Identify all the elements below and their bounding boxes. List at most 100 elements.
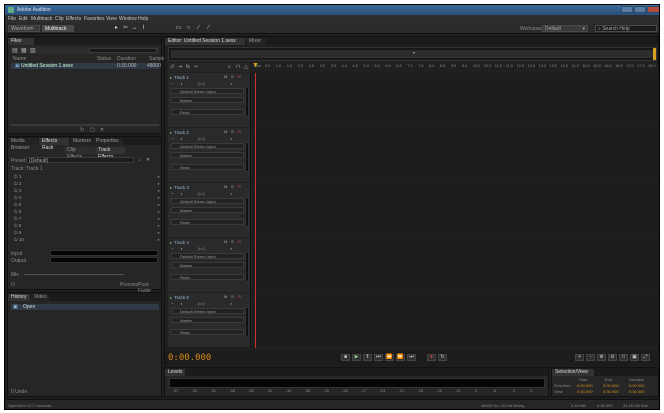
track-lane[interactable]: [252, 73, 659, 127]
track-collapse-icon[interactable]: ▸: [170, 185, 172, 190]
track-lane[interactable]: [252, 183, 659, 237]
slip-tool-icon[interactable]: ↔: [131, 25, 138, 32]
import-icon[interactable]: ▤: [12, 47, 18, 54]
zoom-in-time-button[interactable]: ⊕: [597, 354, 606, 361]
effect-slot[interactable]: ⏻ 6 ▸: [14, 208, 164, 215]
view-start[interactable]: 0:00.000: [577, 389, 593, 394]
tab-video[interactable]: Video: [31, 294, 49, 301]
workspace-select[interactable]: Default ▾: [542, 25, 588, 32]
minimize-button[interactable]: [621, 6, 633, 13]
menu-favorites[interactable]: Favorites: [84, 16, 105, 22]
tab-effects-rack[interactable]: Effects Rack: [39, 138, 69, 151]
list-item[interactable]: ▣ Untitled Session 1.sesx 0:30.000 48000: [11, 63, 161, 69]
arm-record-button[interactable]: R: [238, 294, 241, 299]
effect-slot[interactable]: ⏻ 5 ▸: [14, 201, 164, 208]
arm-record-button[interactable]: R: [238, 129, 241, 134]
pan-knob-icon[interactable]: ◑: [180, 301, 182, 306]
track-output-select[interactable]: Master: [171, 207, 244, 213]
play-button[interactable]: ▶: [352, 354, 361, 361]
pan-knob-icon[interactable]: ◑: [180, 246, 182, 251]
power-all-icon[interactable]: ⏻: [11, 282, 15, 288]
automation-mode-select[interactable]: Read: [171, 219, 244, 225]
pause-button[interactable]: ‖: [363, 354, 372, 361]
pan-knob-icon[interactable]: ◑: [180, 191, 182, 196]
tab-selection-view[interactable]: Selection/View: [552, 369, 594, 376]
track-output-select[interactable]: Master: [171, 152, 244, 158]
refresh-icon[interactable]: ↻: [80, 127, 84, 133]
tab-history[interactable]: History: [8, 294, 30, 301]
snap-icon[interactable]: ⊓: [236, 64, 240, 70]
effect-slot[interactable]: ⏻ 3 ▸: [14, 187, 164, 194]
loop-playback-button[interactable]: ↻: [438, 354, 447, 361]
track-collapse-icon[interactable]: ▸: [170, 75, 172, 80]
zoom-in-amplitude-button[interactable]: +: [575, 354, 584, 361]
input-monitor-icon[interactable]: ◖: [230, 191, 232, 196]
tab-properties[interactable]: Properties: [93, 138, 123, 145]
automation-mode-select[interactable]: Read: [171, 164, 244, 170]
mute-button[interactable]: M: [224, 74, 227, 79]
solo-button[interactable]: S: [231, 184, 234, 189]
volume-knob-icon[interactable]: ◔: [171, 246, 173, 251]
input-icon[interactable]: ⇥: [178, 64, 182, 70]
mute-button[interactable]: M: [224, 239, 227, 244]
marquee-tool-icon[interactable]: ▭: [175, 25, 182, 32]
input-monitor-icon[interactable]: ◖: [230, 246, 232, 251]
track-input-select[interactable]: Default Stereo Input: [171, 143, 244, 149]
arm-record-button[interactable]: R: [238, 239, 241, 244]
mix-slider[interactable]: [24, 274, 124, 275]
mute-button[interactable]: M: [224, 129, 227, 134]
mute-button[interactable]: M: [224, 294, 227, 299]
razor-tool-icon[interactable]: ✂: [122, 25, 129, 32]
track-lane[interactable]: [252, 238, 659, 292]
track-input-select[interactable]: Default Stereo Input: [171, 253, 244, 259]
tab-levels[interactable]: Levels: [165, 369, 185, 376]
track-output-select[interactable]: Master: [171, 317, 244, 323]
fast-forward-button[interactable]: ⏩: [396, 354, 405, 361]
time-selection-tool-icon[interactable]: I: [140, 25, 147, 32]
track-name[interactable]: Track 3: [174, 185, 189, 190]
selection-end[interactable]: 0:00.000: [603, 383, 619, 388]
track-3[interactable]: ▸ Track 3 M S R ◔ ◑ ▷◁ ◖ Default Stereo Input Mast…: [168, 183, 659, 237]
playhead-line[interactable]: [255, 73, 256, 348]
lasso-tool-icon[interactable]: ○: [185, 25, 192, 32]
stereo-icon[interactable]: ▷◁: [198, 191, 204, 196]
volume-knob-icon[interactable]: ◔: [171, 301, 173, 306]
tab-mixer[interactable]: Mixer: [246, 38, 266, 45]
track-output-select[interactable]: Master: [171, 97, 244, 103]
stereo-icon[interactable]: ▷◁: [198, 81, 204, 86]
metronome-icon[interactable]: △: [244, 64, 248, 70]
volume-knob-icon[interactable]: ◔: [171, 81, 173, 86]
search-help-input[interactable]: ⌕ Search Help: [595, 25, 657, 32]
menu-view[interactable]: View: [106, 16, 117, 22]
effect-slot[interactable]: ⏻ 8 ▸: [14, 222, 164, 229]
menu-help[interactable]: Help: [138, 16, 148, 22]
move-tool-icon[interactable]: ▸: [113, 25, 120, 32]
menu-multitrack[interactable]: Multitrack: [31, 16, 52, 22]
effect-slot[interactable]: ⏻ 1 ▸: [14, 173, 164, 180]
maximize-button[interactable]: [634, 6, 646, 13]
automation-mode-select[interactable]: Read: [171, 274, 244, 280]
overview-end-handle[interactable]: [653, 48, 656, 60]
track-input-select[interactable]: Default Stereo Input: [171, 198, 244, 204]
zoom-fit-button[interactable]: ⤢: [641, 354, 650, 361]
mute-button[interactable]: M: [224, 184, 227, 189]
multitrack-view-button[interactable]: Multitrack: [42, 25, 74, 32]
column-duration[interactable]: Duration: [117, 56, 136, 62]
tab-files[interactable]: Files: [8, 38, 34, 45]
history-item[interactable]: ▣ Open: [11, 304, 159, 310]
go-to-start-button[interactable]: ⏮: [374, 354, 383, 361]
folder-icon[interactable]: ▢: [90, 127, 95, 133]
stereo-icon[interactable]: ▷◁: [198, 301, 204, 306]
files-scrollbar[interactable]: [11, 124, 159, 126]
track-lane[interactable]: [252, 293, 659, 347]
zoom-out-full-button[interactable]: □: [619, 354, 628, 361]
close-button[interactable]: [647, 6, 659, 13]
zoom-out-amplitude-button[interactable]: -: [586, 354, 595, 361]
zoom-icon[interactable]: ⌕: [228, 64, 231, 70]
zoom-out-time-button[interactable]: ⊖: [608, 354, 617, 361]
timecode-display[interactable]: 0:00.000: [168, 353, 211, 363]
brush-tool-icon[interactable]: ∕: [195, 25, 202, 32]
tab-markers[interactable]: Markers: [70, 138, 92, 145]
arm-record-button[interactable]: R: [238, 74, 241, 79]
track-collapse-icon[interactable]: ▸: [170, 130, 172, 135]
